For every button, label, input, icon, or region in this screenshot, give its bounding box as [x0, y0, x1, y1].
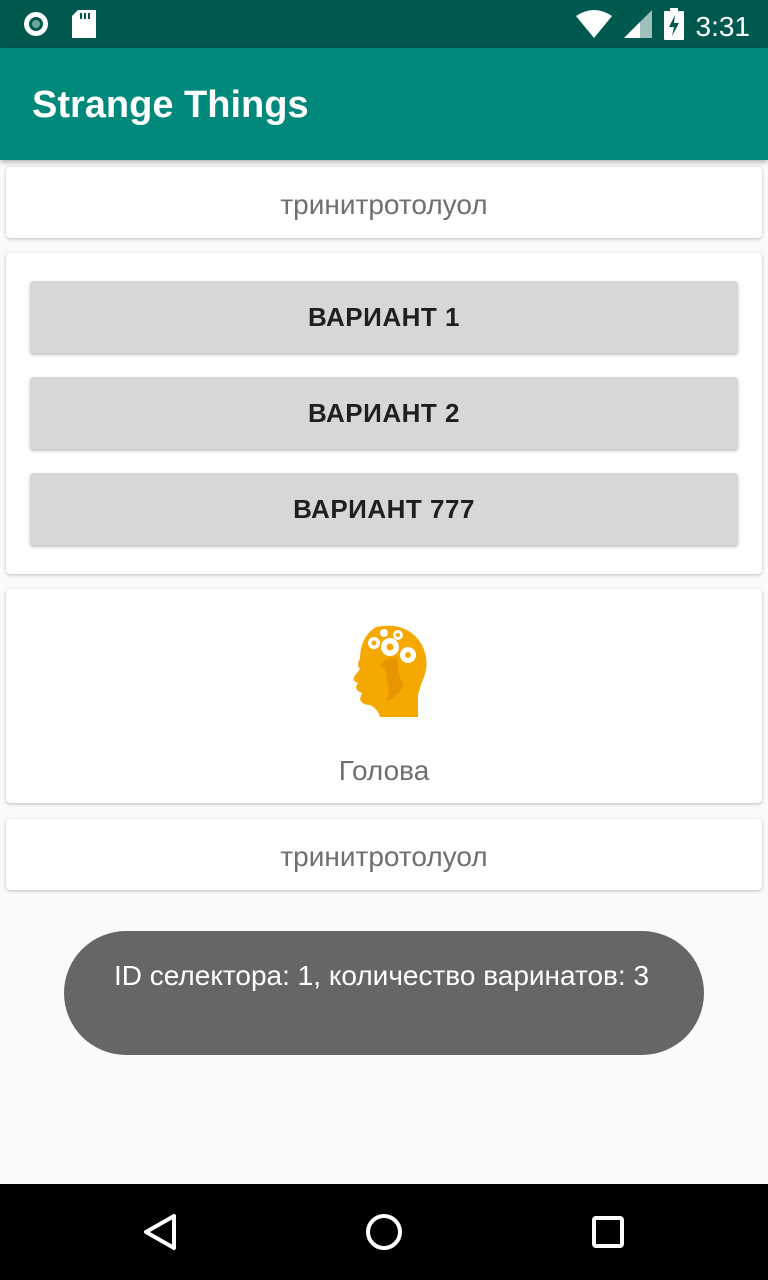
text-card-bottom: тринитротолуол [6, 819, 762, 890]
recents-icon[interactable] [584, 1208, 632, 1256]
wifi-icon [575, 10, 612, 43]
text-card-top: тринитротолуол [6, 167, 762, 238]
status-time: 3:31 [695, 10, 751, 42]
variant-777-button[interactable]: ВАРИАНТ 777 [30, 473, 738, 545]
back-icon[interactable] [136, 1208, 184, 1256]
head-card: Голова [6, 589, 762, 803]
head-gears-icon [346, 625, 430, 724]
sd-card-icon [72, 10, 96, 43]
home-icon[interactable] [360, 1208, 408, 1256]
signal-icon [623, 10, 652, 43]
circle-notification-icon [22, 10, 50, 43]
toast: ID селектора: 1, количество варинатов: 3 [64, 931, 704, 1055]
variants-card: ВАРИАНТ 1 ВАРИАНТ 2 ВАРИАНТ 777 [6, 253, 762, 574]
status-bar: 3:31 [0, 0, 768, 48]
variant-2-button[interactable]: ВАРИАНТ 2 [30, 377, 738, 449]
toast-message: ID селектора: 1, количество варинатов: 3 [114, 960, 650, 991]
text-card-bottom-label: тринитротолуол [280, 841, 488, 872]
text-card-top-label: тринитротолуол [280, 189, 488, 220]
variant-1-button[interactable]: ВАРИАНТ 1 [30, 281, 738, 353]
app-title: Strange Things [32, 84, 309, 126]
head-caption: Голова [338, 755, 430, 786]
app-bar: Strange Things [0, 48, 768, 160]
navigation-bar [0, 1184, 768, 1280]
battery-charging-icon [663, 8, 684, 45]
